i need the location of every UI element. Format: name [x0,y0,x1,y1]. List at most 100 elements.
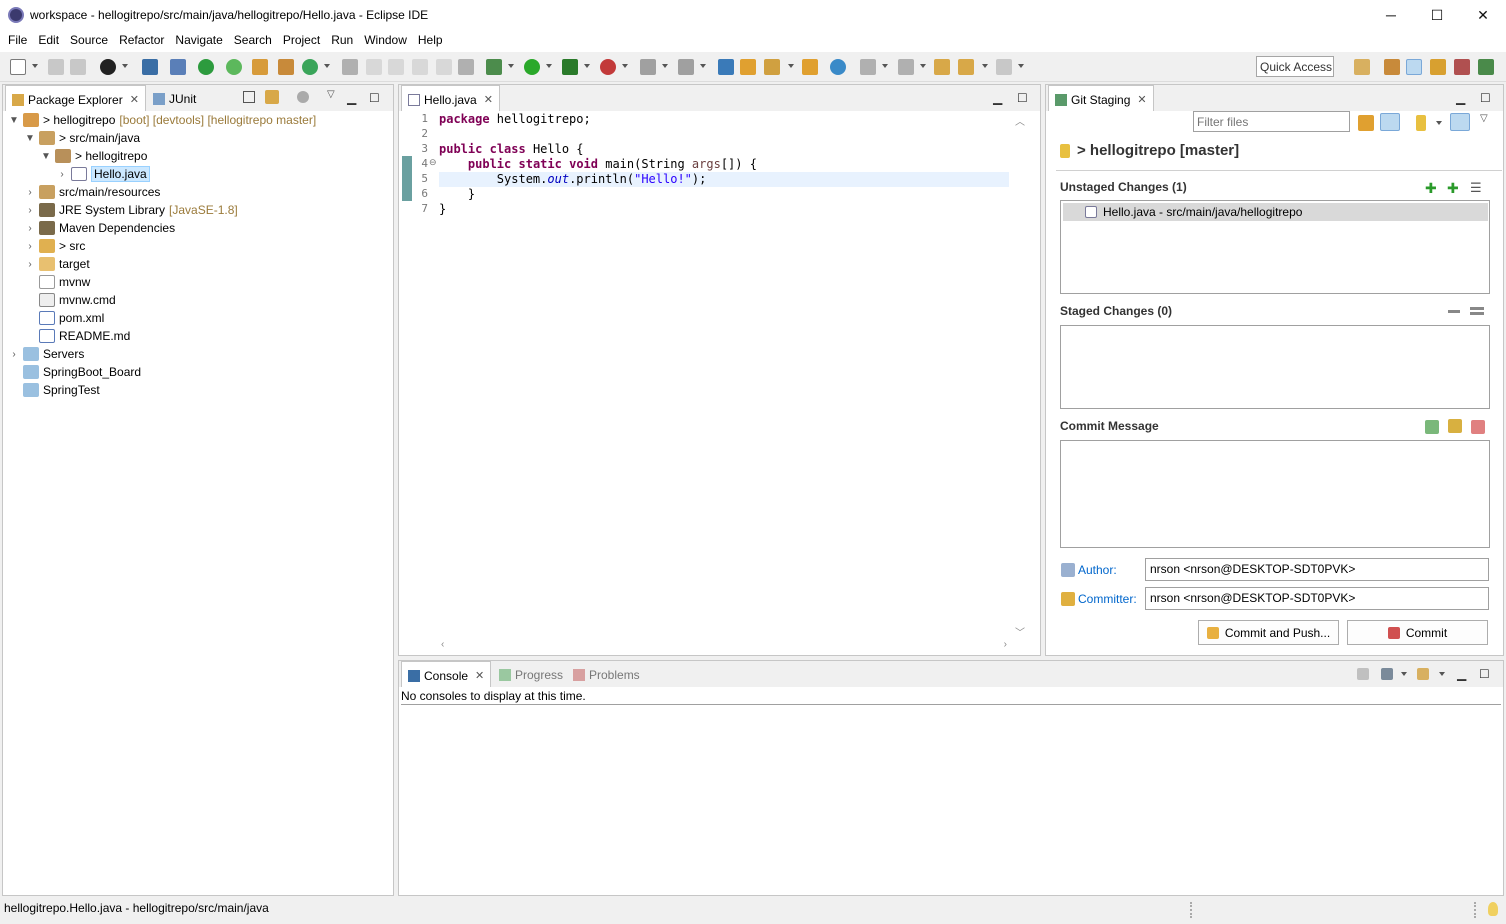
filter-icon[interactable] [297,91,309,103]
chevron-down-icon[interactable] [1401,672,1407,676]
chevron-right-icon[interactable]: › [9,349,19,360]
git-icon[interactable] [1430,59,1446,75]
chevron-down-icon[interactable] [546,64,552,68]
annotation-icon[interactable] [458,59,474,75]
chevron-down-icon[interactable]: ▼ [25,133,35,144]
menu-search[interactable]: Search [230,30,276,52]
horizontal-scrollbar[interactable]: ‹ › [439,639,1009,653]
globe-icon[interactable] [830,59,846,75]
chevron-left-icon[interactable]: ‹ [441,639,444,650]
chevron-down-icon[interactable] [700,64,706,68]
tree-item-src-main-resources[interactable]: › src/main/resources [25,183,160,201]
prev-annotation-icon[interactable] [898,59,914,75]
chevron-right-icon[interactable]: › [25,205,35,216]
chevron-down-icon[interactable] [982,64,988,68]
code-line-4[interactable]: public static void main(String args[]) { [439,157,757,171]
tree-item-src-main-java[interactable]: ▼ > src/main/java [25,129,140,147]
tree-item-servers[interactable]: › Servers [9,345,84,363]
new-icon[interactable] [10,59,26,75]
chevron-right-icon[interactable]: › [25,223,35,234]
new-class-icon[interactable] [302,59,318,75]
chevron-right-icon[interactable]: › [57,169,67,180]
chevron-down-icon[interactable] [324,64,330,68]
save-all-icon[interactable] [70,59,86,75]
search-icon[interactable] [342,59,358,75]
menu-navigate[interactable]: Navigate [171,30,226,52]
open-task-icon[interactable] [740,59,756,75]
author-label[interactable]: Author: [1078,563,1117,577]
debug-perspective-icon[interactable] [1454,59,1470,75]
minimize-button[interactable]: ─ [1368,0,1414,30]
change-id-icon[interactable] [1471,420,1485,434]
tree-item-target[interactable]: › target [25,255,90,273]
vertical-scrollbar[interactable]: ︿ ﹀ [1013,113,1027,639]
list-item[interactable]: Hello.java - src/main/java/hellogitrepo [1063,203,1488,221]
close-button[interactable]: ✕ [1460,0,1506,30]
coverage-icon[interactable] [562,59,578,75]
code-line-1[interactable]: package hellogitrepo; [439,112,591,126]
chevron-down-icon[interactable] [662,64,668,68]
fold-icon[interactable]: ⊖ [429,157,437,168]
tree-item-src[interactable]: › > src [25,237,85,255]
close-icon[interactable]: ✕ [484,93,493,106]
tree-item-readme[interactable]: README.md [39,327,130,345]
staged-list[interactable] [1060,325,1490,409]
menu-help[interactable]: Help [414,30,447,52]
skip-breakpoints-icon[interactable] [170,59,186,75]
terminal-icon[interactable] [142,59,158,75]
open-type-icon[interactable] [718,59,734,75]
new-package-icon[interactable] [278,59,294,75]
code-line-7[interactable]: } [439,202,446,216]
tree-item-mvnw[interactable]: mvnw [39,273,90,291]
chevron-right-icon[interactable]: › [1004,639,1007,650]
unstage-all-icon[interactable] [1470,307,1484,315]
refresh-icon[interactable] [1358,115,1374,131]
tab-package-explorer[interactable]: Package Explorer ✕ [5,85,146,111]
sort-icon[interactable]: ☰ [1470,180,1482,196]
chevron-down-icon[interactable] [920,64,926,68]
view-menu-icon[interactable]: ▽ [1480,113,1488,124]
open-perspective-icon[interactable] [1354,59,1370,75]
chevron-down-icon[interactable] [1439,672,1445,676]
tab-junit[interactable]: JUnit [147,85,202,111]
external-tools-icon[interactable] [600,59,616,75]
collapse-all-icon[interactable] [243,91,255,103]
minimize-view-icon[interactable]: ▁ [1457,667,1466,681]
close-icon[interactable]: ✕ [475,669,484,682]
maximize-view-icon[interactable]: ☐ [1017,91,1028,105]
save-icon[interactable] [48,59,64,75]
chevron-right-icon[interactable]: › [25,259,35,270]
tree-item-mvnw-cmd[interactable]: mvnw.cmd [39,291,116,309]
new-java-project-icon[interactable] [252,59,268,75]
java-perspective-icon[interactable] [1384,59,1400,75]
unstaged-list[interactable]: Hello.java - src/main/java/hellogitrepo [1060,200,1490,294]
minimize-view-icon[interactable]: ▁ [347,91,356,105]
debug-icon[interactable] [486,59,502,75]
commit-button[interactable]: Commit [1347,620,1488,645]
relaunch-icon[interactable] [226,59,242,75]
tab-hello-java[interactable]: Hello.java ✕ [401,85,500,111]
lightbulb-icon[interactable] [1488,902,1498,916]
tree-item-package[interactable]: ▼ > hellogitrepo [41,147,147,165]
author-field[interactable]: nrson <nrson@DESKTOP-SDT0PVK> [1145,558,1489,581]
next-annotation-icon[interactable] [860,59,876,75]
menu-source[interactable]: Source [66,30,112,52]
chevron-down-icon[interactable]: ﹀ [1013,624,1027,639]
signoff-icon[interactable] [1448,419,1462,433]
quick-access-field[interactable]: Quick Access [1256,56,1334,77]
stage-selected-icon[interactable]: ✚ [1425,180,1437,197]
amend-icon[interactable] [1425,420,1439,434]
maximize-view-icon[interactable]: ☐ [369,91,380,105]
pin-console-icon[interactable] [1357,668,1369,680]
back-icon[interactable] [958,59,974,75]
menu-window[interactable]: Window [360,30,411,52]
account-icon[interactable] [100,59,116,75]
chevron-down-icon[interactable] [1436,121,1442,125]
code-line-5[interactable]: System.out.println("Hello!"); [439,172,707,186]
tree-item-jre[interactable]: › JRE System Library [JavaSE-1.8] [25,201,238,219]
close-icon[interactable]: ✕ [1137,93,1146,106]
chevron-right-icon[interactable]: › [25,187,35,198]
chevron-up-icon[interactable]: ︿ [1013,113,1027,128]
display-console-icon[interactable] [1381,668,1393,680]
close-icon[interactable]: ✕ [130,93,139,106]
